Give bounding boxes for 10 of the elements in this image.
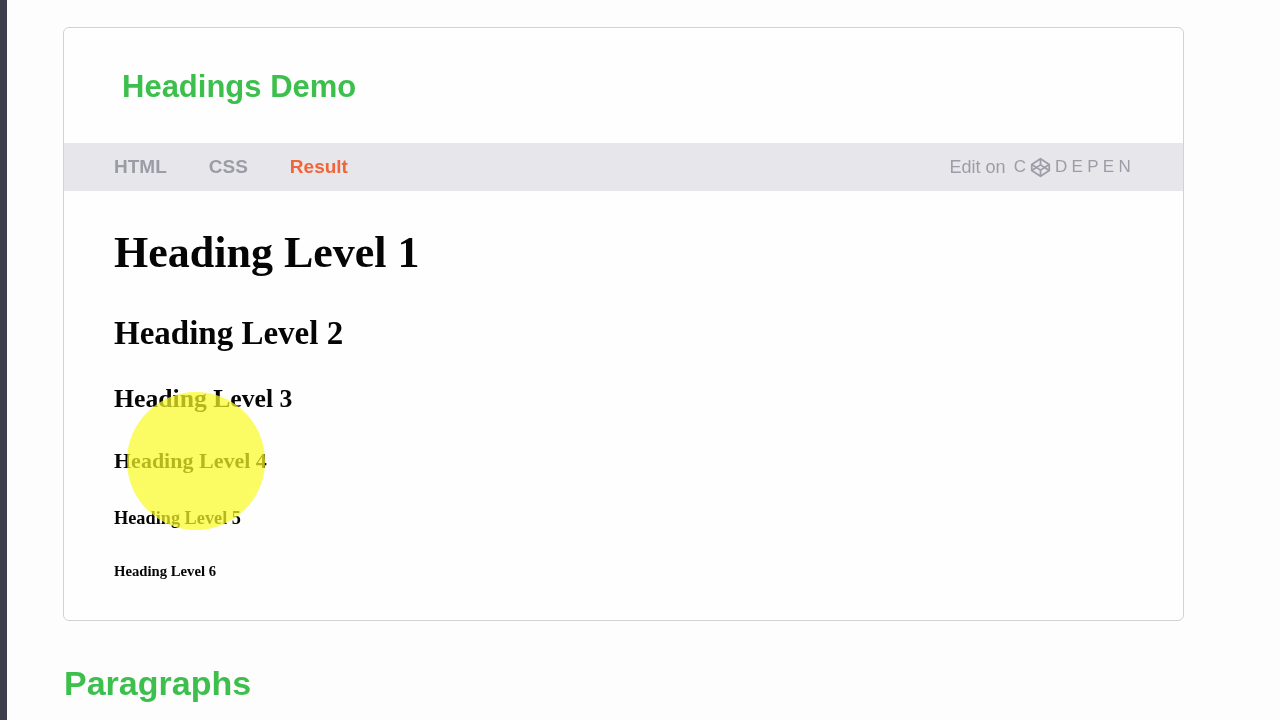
heading-text: Heading Level 6 xyxy=(114,562,216,581)
edit-on-codepen-link[interactable]: Edit on C DEPEN xyxy=(949,156,1135,178)
cube-logo-icon xyxy=(1029,156,1051,178)
section-title: Paragraphs xyxy=(64,664,252,704)
demo-title: Headings Demo xyxy=(122,68,357,105)
tab[interactable]: Result xyxy=(289,156,348,178)
heading-text: Heading Level 2 xyxy=(114,313,344,353)
tab[interactable]: CSS xyxy=(208,156,248,178)
heading-text: Heading Level 1 xyxy=(114,227,420,279)
tab[interactable]: HTML xyxy=(114,156,167,178)
